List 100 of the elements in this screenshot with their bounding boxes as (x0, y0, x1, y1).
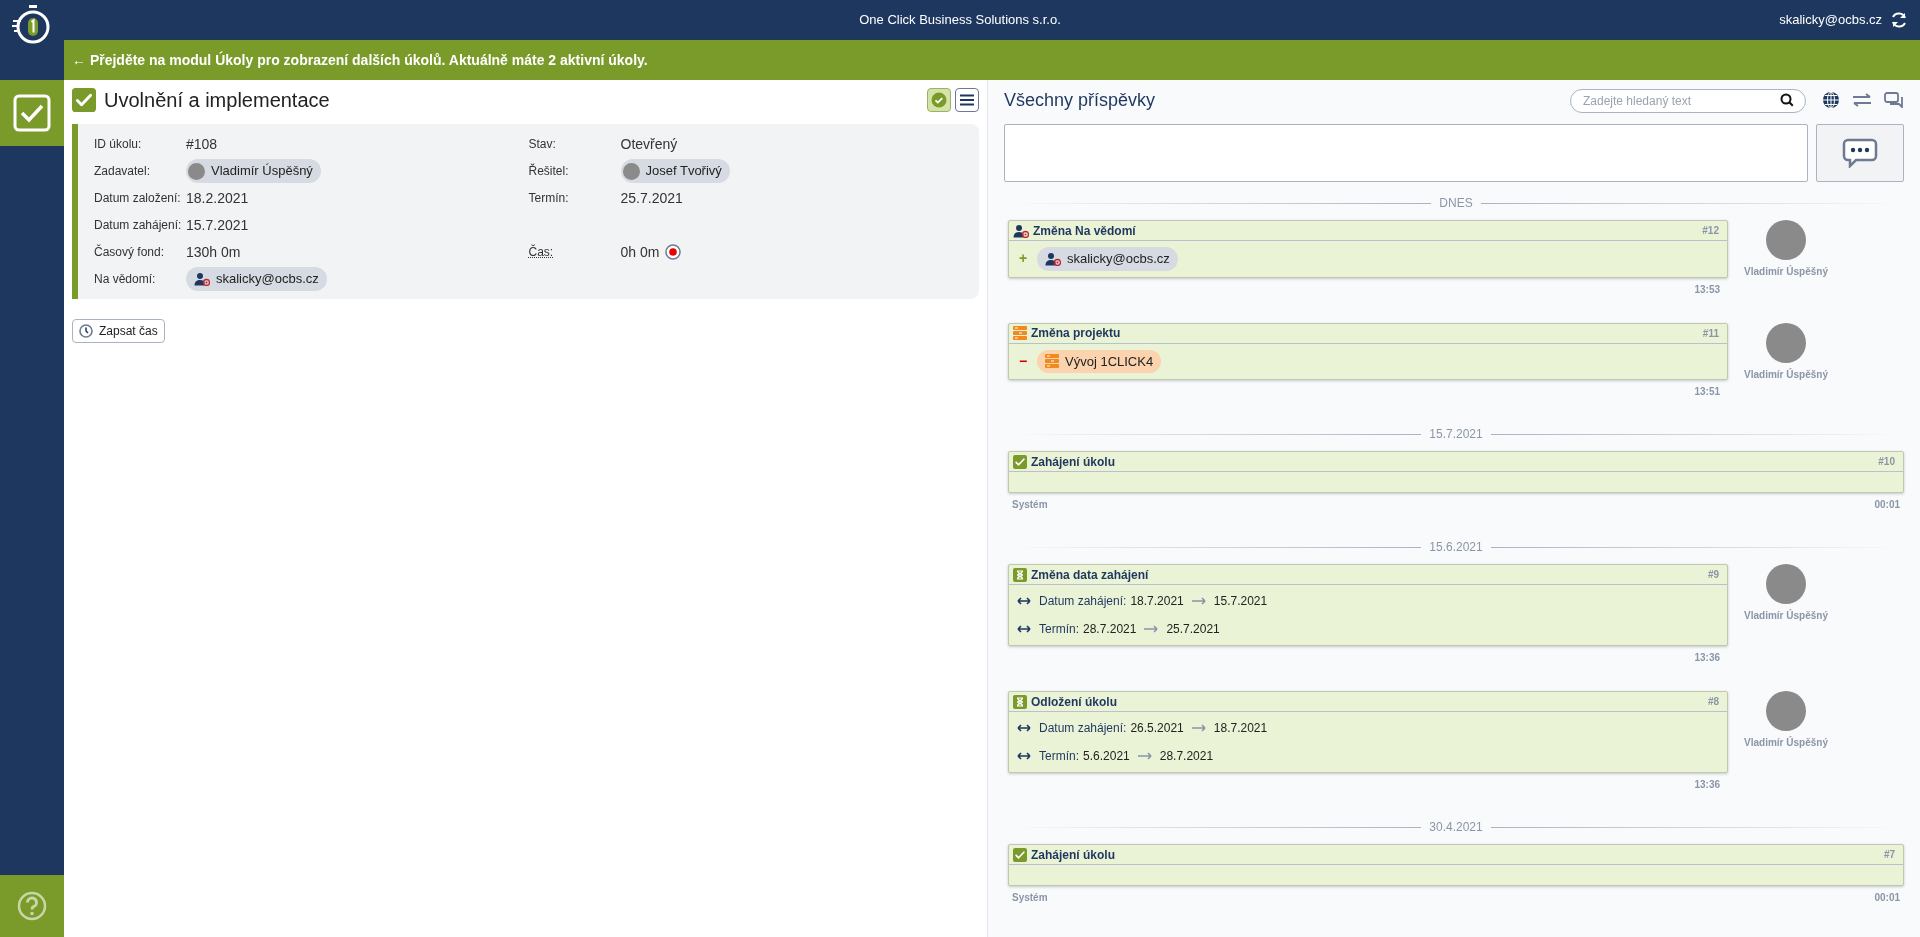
post-number: #12 (1702, 224, 1720, 238)
date-divider: 30.4.2021 (1429, 819, 1483, 836)
tag-chip: skalicky@ocbs.cz (1037, 247, 1178, 271)
person-at-icon (1045, 251, 1061, 266)
change-label: Datum zahájení: (1039, 720, 1127, 737)
clock-icon (79, 324, 93, 338)
post-number: #11 (1702, 326, 1720, 341)
log-time-button[interactable]: Zapsat čas (72, 319, 165, 343)
arrow-right-icon (1144, 625, 1159, 633)
author-name: Systém (1012, 891, 1048, 905)
old-value: 28.7.2021 (1083, 621, 1137, 638)
person-info-icon (1013, 223, 1029, 238)
person-chip[interactable]: skalicky@ocbs.cz (186, 267, 327, 291)
stack-bars-icon (1045, 354, 1059, 369)
person-at-icon (194, 272, 210, 286)
post-time: 13:36 (1694, 778, 1720, 792)
hourglass-icon (1013, 694, 1027, 709)
avatar-placeholder (1766, 322, 1806, 363)
field-label: Čas: (528, 243, 555, 261)
field-value: #108 (186, 134, 218, 154)
old-value: 26.5.2021 (1130, 720, 1184, 737)
send-button[interactable] (1816, 124, 1904, 182)
author-name: Vladimír Úspěšný (1744, 735, 1828, 750)
checkbox-icon (1013, 454, 1027, 469)
new-value: 28.7.2021 (1159, 748, 1214, 765)
person-chip[interactable]: Vladimír Úspěšný (186, 159, 321, 183)
field-label: Stav: (528, 136, 557, 153)
new-value: 18.7.2021 (1213, 720, 1268, 737)
panel-title: Všechny příspěvky (1004, 88, 1156, 112)
author-name: Systém (1012, 498, 1048, 512)
change-sign: − (1017, 351, 1029, 371)
refresh-icon[interactable] (1890, 11, 1908, 29)
field-value: 0h 0m (620, 242, 660, 262)
change-label: Termín: (1039, 621, 1079, 638)
field-label: Řešitel: (528, 162, 570, 180)
chat-bubbles-icon[interactable] (1884, 92, 1904, 108)
post-title: Změna data zahájení (1031, 566, 1149, 584)
avatar-placeholder (1766, 691, 1806, 731)
post-time: 00:01 (1874, 498, 1900, 512)
avatar-placeholder (1766, 564, 1806, 604)
change-label: Datum zahájení: (1039, 593, 1127, 610)
new-value: 25.7.2021 (1166, 621, 1220, 638)
post-number: #10 (1878, 455, 1896, 469)
checkbox-icon (13, 94, 51, 132)
arrow-right-icon (1191, 724, 1206, 732)
change-sign: + (1017, 249, 1029, 269)
field-value: 18.2.2021 (186, 188, 249, 208)
double-arrow-icon (1017, 724, 1031, 732)
author-name: Vladimír Úspěšný (1744, 264, 1828, 279)
arrow-right-icon (1191, 597, 1206, 605)
field-value: 15.7.2021 (186, 215, 249, 235)
check-circle-icon (931, 92, 947, 108)
tag-chip: Vývoj 1CLICK4 (1037, 349, 1162, 373)
date-divider: DNES (1439, 195, 1473, 212)
arrow-right-icon (1137, 752, 1152, 760)
tasks-nav-item[interactable] (0, 80, 64, 146)
field-label: Termín: (528, 190, 570, 207)
author-name: Vladimír Úspěšný (1744, 367, 1828, 382)
post-time: 13:53 (1694, 282, 1720, 297)
post-time: 00:01 (1874, 891, 1900, 905)
post-time: 13:36 (1694, 651, 1720, 665)
menu-button[interactable] (955, 88, 979, 112)
globe-icon[interactable] (1822, 91, 1840, 109)
menu-icon (960, 94, 974, 106)
company-name: One Click Business Solutions s.r.o. (859, 11, 1061, 30)
post-number: #9 (1707, 568, 1720, 582)
old-value: 18.7.2021 (1130, 593, 1184, 610)
post-title: Změna Na vědomí (1033, 222, 1136, 240)
message-field[interactable] (1004, 124, 1808, 182)
user-email[interactable]: skalicky@ocbs.cz (1779, 10, 1882, 30)
field-label: ID úkolu: (94, 136, 143, 153)
person-chip[interactable]: Josef Tvořivý (620, 159, 730, 183)
avatar-placeholder (622, 162, 640, 180)
search-field[interactable]: Zadejte hledaný text (1570, 89, 1806, 113)
speech-bubble-icon (1842, 138, 1878, 168)
post-number: #7 (1883, 848, 1896, 862)
checkbox-icon (1013, 847, 1027, 862)
search-icon (1780, 93, 1794, 107)
field-label: Zadavatel: (94, 163, 152, 180)
date-divider: 15.7.2021 (1429, 426, 1483, 443)
new-value: 15.7.2021 (1213, 593, 1268, 610)
hourglass-icon (1013, 567, 1027, 582)
help-icon[interactable] (17, 891, 47, 921)
post-title: Zahájení úkolu (1031, 846, 1115, 864)
field-value: Otevřený (620, 134, 678, 154)
stack-bars-icon (1013, 326, 1027, 340)
post-title: Změna projektu (1031, 325, 1121, 342)
swap-arrows-icon[interactable] (1852, 93, 1872, 107)
avatar-placeholder (188, 162, 205, 180)
post-title: Zahájení úkolu (1031, 453, 1115, 471)
old-value: 5.6.2021 (1083, 748, 1130, 765)
field-label: Na vědomí: (94, 271, 157, 288)
author-name: Vladimír Úspěšný (1744, 608, 1828, 623)
post-time: 13:51 (1694, 385, 1720, 399)
post-number: #8 (1707, 695, 1720, 709)
field-value: 25.7.2021 (620, 188, 683, 208)
field-label: Časový fond: (94, 243, 166, 261)
field-label: Datum založení: (94, 190, 182, 207)
double-arrow-icon (1017, 752, 1031, 760)
record-button[interactable] (665, 244, 682, 260)
